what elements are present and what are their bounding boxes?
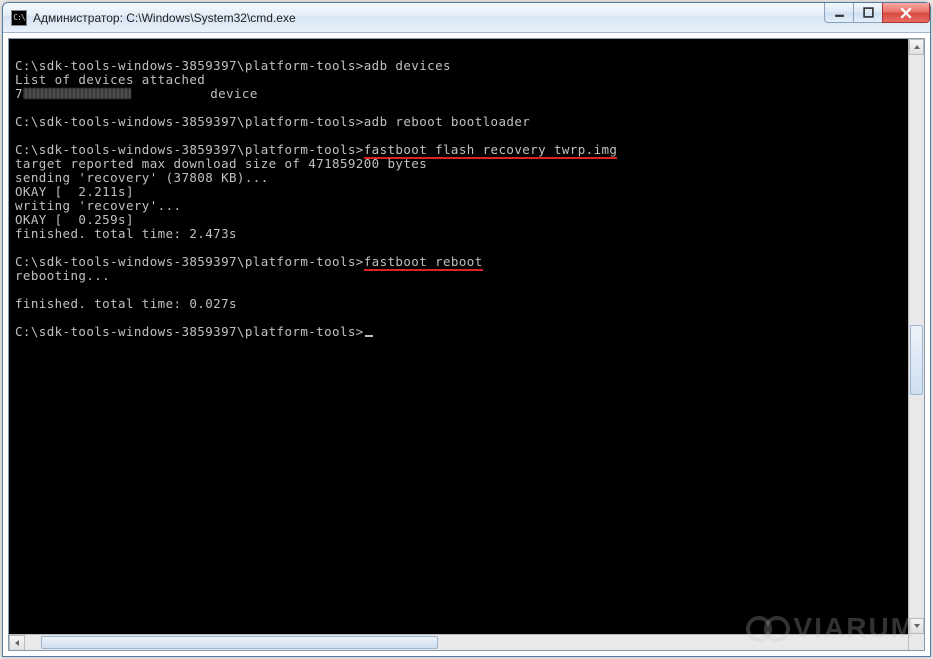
terminal-output[interactable]: C:\sdk-tools-windows-3859397\platform-to…: [9, 39, 908, 634]
cmd-fastboot-reboot: fastboot reboot: [364, 254, 483, 271]
titlebar[interactable]: C:\ Администратор: C:\Windows\System32\c…: [3, 3, 930, 33]
vertical-scrollbar[interactable]: [908, 39, 924, 634]
window-controls: [825, 3, 930, 25]
prompt: C:\sdk-tools-windows-3859397\platform-to…: [15, 58, 364, 73]
scroll-up-button[interactable]: [909, 39, 924, 55]
scrollbar-corner: [908, 634, 924, 650]
scroll-left-button[interactable]: [9, 635, 25, 650]
device-serial-prefix: 7: [15, 86, 23, 101]
prompt: C:\sdk-tools-windows-3859397\platform-to…: [15, 114, 364, 129]
out-finished2: finished. total time: 0.027s: [15, 296, 237, 311]
cmd-adb-devices: adb devices: [364, 58, 451, 73]
window-title: Администратор: C:\Windows\System32\cmd.e…: [33, 11, 930, 25]
maximize-button[interactable]: [853, 3, 883, 23]
out-target: target reported max download size of 471…: [15, 156, 427, 171]
device-state: device: [210, 86, 258, 101]
scroll-down-button[interactable]: [909, 618, 924, 634]
client-area: C:\sdk-tools-windows-3859397\platform-to…: [8, 38, 925, 651]
out-finished1: finished. total time: 2.473s: [15, 226, 237, 241]
out-rebooting: rebooting...: [15, 268, 110, 283]
out-okay2: OKAY [ 0.259s]: [15, 212, 134, 227]
cmd-adb-reboot: adb reboot bootloader: [364, 114, 530, 129]
minimize-button[interactable]: [824, 3, 854, 23]
blank-line: [15, 44, 23, 59]
prompt: C:\sdk-tools-windows-3859397\platform-to…: [15, 254, 364, 269]
close-button[interactable]: [882, 3, 930, 23]
prompt: C:\sdk-tools-windows-3859397\platform-to…: [15, 324, 364, 339]
vscroll-track[interactable]: [909, 55, 924, 618]
prompt: C:\sdk-tools-windows-3859397\platform-to…: [15, 142, 364, 157]
hscroll-thumb[interactable]: [41, 636, 438, 649]
out-okay1: OKAY [ 2.211s]: [15, 184, 134, 199]
hscroll-track[interactable]: [25, 635, 908, 650]
cmd-window: C:\ Администратор: C:\Windows\System32\c…: [2, 2, 931, 657]
list-header: List of devices attached: [15, 72, 205, 87]
cursor: [365, 335, 373, 337]
horizontal-scrollbar[interactable]: [9, 634, 924, 650]
cmd-icon: C:\: [11, 10, 27, 26]
out-writing: writing 'recovery'...: [15, 198, 181, 213]
vscroll-thumb[interactable]: [910, 325, 923, 395]
redacted-serial: [23, 88, 131, 99]
out-sending: sending 'recovery' (37808 KB)...: [15, 170, 269, 185]
